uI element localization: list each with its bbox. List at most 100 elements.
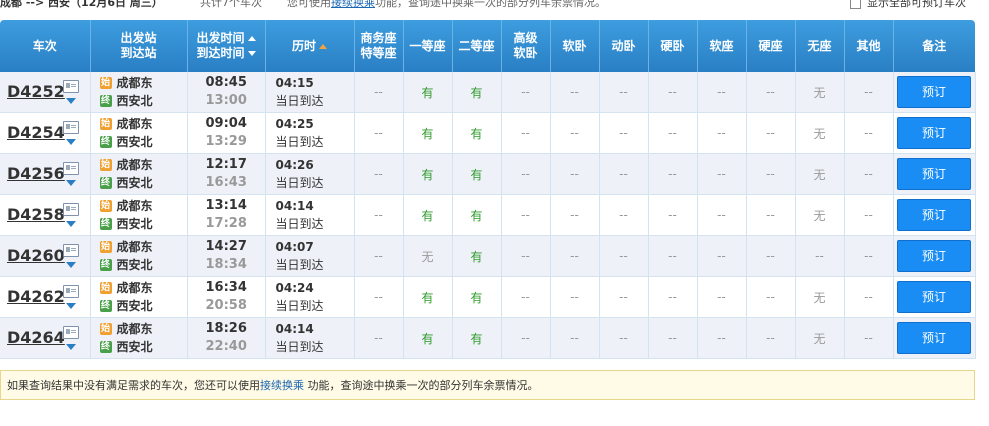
table-row: D4254 始成都东终西安北 09:04 13:29 04:25 当日到达 -- 有有 -- --… <box>0 112 976 154</box>
stations-cell: 始成都东终西安北 <box>90 235 188 277</box>
show-all-bookable[interactable]: 显示全部可预订车次 <box>850 0 966 9</box>
seat-hard-sleeper: -- <box>648 317 698 359</box>
seat-no-seat: -- <box>795 235 845 277</box>
sort-duration-icon[interactable] <box>319 43 327 49</box>
seat-hard-seat: -- <box>746 276 796 318</box>
route-summary: 成都 --> 西安（12月6日 周三） <box>0 0 163 9</box>
seat-adv-soft: -- <box>501 153 551 195</box>
transfer-link[interactable]: 接续换乘 <box>331 0 375 9</box>
col-stations: 出发站 到达站 <box>90 20 188 72</box>
train-number-link[interactable]: D4260 <box>7 246 65 265</box>
seat-soft-sleeper: -- <box>550 276 600 318</box>
seat-moving-sleeper: -- <box>599 72 649 113</box>
duration-cell: 04:25 当日到达 <box>265 112 355 154</box>
seat-business: -- <box>354 153 404 195</box>
from-station: 成都东 <box>116 117 153 131</box>
book-button[interactable]: 预订 <box>897 199 971 231</box>
book-button[interactable]: 预订 <box>897 117 971 149</box>
seat-hard-sleeper: -- <box>648 194 698 236</box>
arrival-time: 13:00 <box>205 93 247 108</box>
seat-second: 有 <box>452 72 502 113</box>
seat-second: 有 <box>452 276 502 318</box>
start-station-icon: 始 <box>99 323 112 335</box>
train-info-icon[interactable] <box>63 244 79 257</box>
seat-no-seat: 无 <box>795 276 845 318</box>
chevron-down-icon[interactable] <box>66 221 76 227</box>
seat-hard-seat: -- <box>746 235 796 277</box>
col-adv-soft-bottom: 软卧 <box>513 46 538 60</box>
page-scrollbar[interactable] <box>979 0 989 426</box>
to-station: 西安北 <box>116 299 153 313</box>
end-station-icon: 终 <box>99 177 112 189</box>
stations-cell: 始成都东终西安北 <box>90 317 188 359</box>
book-button[interactable]: 预订 <box>897 158 971 190</box>
transfer-tip-before: 您可使用 <box>287 0 331 9</box>
sort-up-icon[interactable] <box>247 36 256 41</box>
transfer-tip: 您可使用接续换乘功能，查询途中换乘一次的部分列车余票情况。 <box>287 0 606 8</box>
transfer-footnote: 如果查询结果中没有满足需求的车次，您还可以使用接续换乘 功能，查询途中换乘一次的… <box>0 370 975 400</box>
stations-cell: 始成都东终西安北 <box>90 194 188 236</box>
times-cell: 16:34 20:58 <box>187 276 266 318</box>
train-info-icon[interactable] <box>63 203 79 216</box>
train-info-icon[interactable] <box>63 80 79 93</box>
seat-soft-seat: -- <box>697 317 747 359</box>
sort-down-icon[interactable] <box>247 51 256 56</box>
departure-time: 18:26 <box>205 321 247 336</box>
train-info-icon[interactable] <box>63 121 79 134</box>
remark-cell: 预订 <box>893 72 976 113</box>
arrival-time: 17:28 <box>205 216 247 231</box>
train-number-link[interactable]: D4264 <box>7 328 65 347</box>
col-business: 商务座 特等座 <box>354 20 404 72</box>
seat-hard-sleeper: -- <box>648 153 698 195</box>
duration: 04:15 <box>275 76 314 90</box>
train-cell: D4262 <box>0 276 91 318</box>
train-number-link[interactable]: D4262 <box>7 287 65 306</box>
chevron-down-icon[interactable] <box>66 303 76 309</box>
times-cell: 09:04 13:29 <box>187 112 266 154</box>
col-duration[interactable]: 历时 <box>265 20 355 72</box>
train-number-link[interactable]: D4256 <box>7 164 65 183</box>
chevron-down-icon[interactable] <box>66 180 76 186</box>
chevron-down-icon[interactable] <box>66 262 76 268</box>
arrival-time: 18:34 <box>205 257 247 272</box>
show-all-checkbox[interactable] <box>850 0 861 9</box>
seat-moving-sleeper: -- <box>599 153 649 195</box>
seat-adv-soft: -- <box>501 112 551 154</box>
times-cell: 14:27 18:34 <box>187 235 266 277</box>
train-number-link[interactable]: D4252 <box>7 82 65 101</box>
train-info-icon[interactable] <box>63 285 79 298</box>
seat-second: 有 <box>452 317 502 359</box>
arrive-day: 当日到达 <box>275 94 324 108</box>
chevron-down-icon[interactable] <box>66 98 76 104</box>
train-cell: D4260 <box>0 235 91 277</box>
train-info-icon[interactable] <box>63 162 79 175</box>
chevron-down-icon[interactable] <box>66 344 76 350</box>
chevron-down-icon[interactable] <box>66 139 76 145</box>
book-button[interactable]: 预订 <box>897 76 971 108</box>
book-button[interactable]: 预订 <box>897 281 971 313</box>
stations-cell: 始成都东终西安北 <box>90 276 188 318</box>
col-time[interactable]: 出发时间 到达时间 <box>187 20 266 72</box>
seat-soft-sleeper: -- <box>550 194 600 236</box>
to-station: 西安北 <box>116 176 153 190</box>
departure-time: 08:45 <box>205 75 247 90</box>
train-number-link[interactable]: D4254 <box>7 123 65 142</box>
col-other: 其他 <box>844 20 894 72</box>
arrive-day: 当日到达 <box>275 258 324 272</box>
seat-hard-sleeper: -- <box>648 112 698 154</box>
col-train: 车次 <box>0 20 91 72</box>
book-button[interactable]: 预订 <box>897 240 971 272</box>
train-number-link[interactable]: D4258 <box>7 205 65 224</box>
book-button[interactable]: 预订 <box>897 322 971 354</box>
departure-time: 09:04 <box>205 116 247 131</box>
duration: 04:24 <box>275 281 314 295</box>
end-station-icon: 终 <box>99 136 112 148</box>
train-info-icon[interactable] <box>63 326 79 339</box>
arrive-day: 当日到达 <box>275 135 324 149</box>
footnote-transfer-link[interactable]: 接续换乘 <box>260 379 304 392</box>
seat-soft-sleeper: -- <box>550 317 600 359</box>
train-cell: D4264 <box>0 317 91 359</box>
col-adv-soft-top: 高级 <box>513 31 538 45</box>
footnote-before: 如果查询结果中没有满足需求的车次，您还可以使用 <box>7 379 260 392</box>
duration-cell: 04:15 当日到达 <box>265 72 355 113</box>
